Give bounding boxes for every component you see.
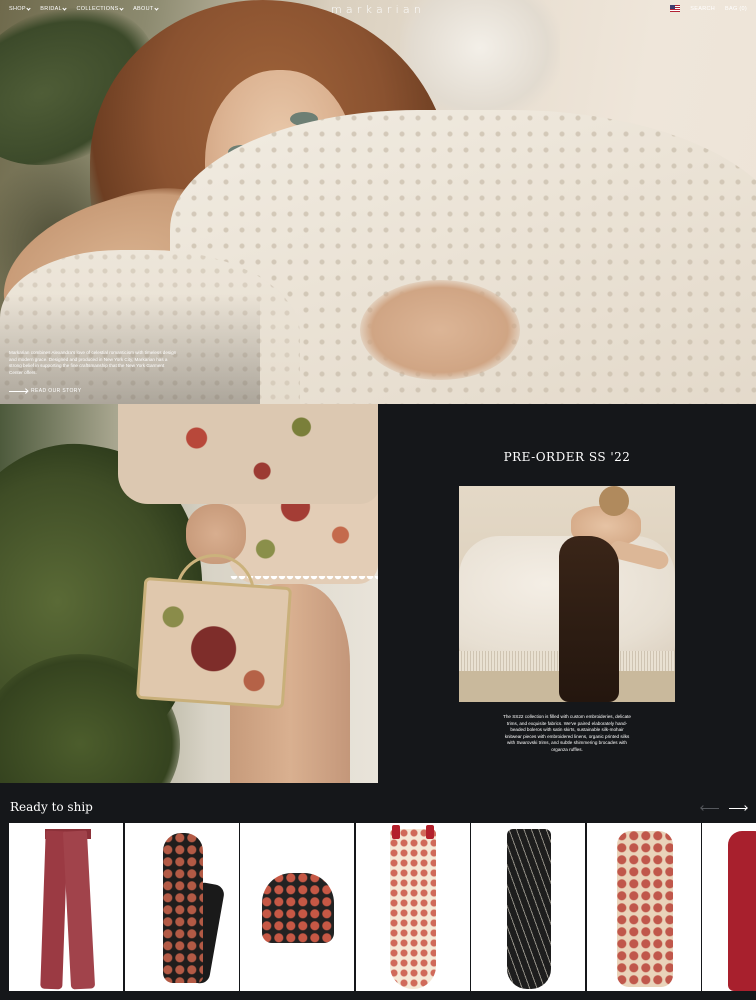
product-card-cream-floral-dress[interactable] [355, 823, 470, 991]
arrow-left-icon[interactable] [700, 803, 719, 813]
preorder-image-hair [599, 486, 629, 516]
ready-to-ship-title: Ready to ship [10, 800, 93, 814]
search-link[interactable]: SEARCH [690, 6, 715, 12]
product-card-black-floral-dress[interactable] [124, 823, 239, 991]
preorder-title[interactable]: PRE-ORDER SS '22 [378, 450, 756, 464]
arrow-right-icon [9, 390, 27, 392]
hero-image-skin [360, 280, 520, 380]
product-card-black-palm-dress[interactable] [471, 823, 585, 991]
read-our-story-link[interactable]: READ OUR STORY [9, 388, 81, 394]
product-image [507, 829, 551, 989]
carousel-controls [700, 803, 748, 813]
product-card-floral-top[interactable] [240, 823, 354, 991]
bag-link[interactable]: BAG (0) [725, 6, 747, 12]
product-image [728, 831, 756, 991]
product-image [262, 873, 334, 943]
brand-logo[interactable]: markarian [0, 3, 756, 16]
preorder-section: PRE-ORDER SS '22 The SS22 collection is … [378, 404, 756, 783]
us-flag-icon[interactable] [670, 5, 681, 12]
hero-description: Markarian combines Alexandra's love of c… [9, 350, 177, 375]
product-image [62, 830, 96, 990]
product-image [389, 829, 436, 989]
editorial-image-bag [135, 576, 293, 710]
product-image [391, 825, 400, 839]
hero-section: SHOP BRIDAL COLLECTIONS ABOUT markarian … [0, 0, 756, 404]
product-carousel [9, 823, 756, 993]
preorder-image[interactable] [459, 486, 675, 702]
editorial-image-handbag[interactable] [0, 404, 378, 783]
nav-utilities: SEARCH BAG (0) [670, 5, 747, 12]
preorder-description: The SS22 collection is filled with custo… [503, 714, 631, 752]
product-card-trousers[interactable] [9, 823, 123, 991]
product-card-red-dress[interactable] [702, 823, 756, 991]
preorder-image-dress [559, 536, 619, 702]
arrow-right-icon[interactable] [729, 803, 748, 813]
top-navigation: SHOP BRIDAL COLLECTIONS ABOUT markarian … [0, 0, 756, 20]
product-image [162, 833, 203, 983]
editorial-image-jacket [118, 404, 378, 504]
ready-to-ship-section: Ready to ship [0, 783, 756, 1000]
product-image [425, 825, 434, 839]
read-our-story-label: READ OUR STORY [31, 388, 82, 394]
product-card-off-shoulder-dress[interactable] [586, 823, 701, 991]
product-image [616, 831, 673, 987]
